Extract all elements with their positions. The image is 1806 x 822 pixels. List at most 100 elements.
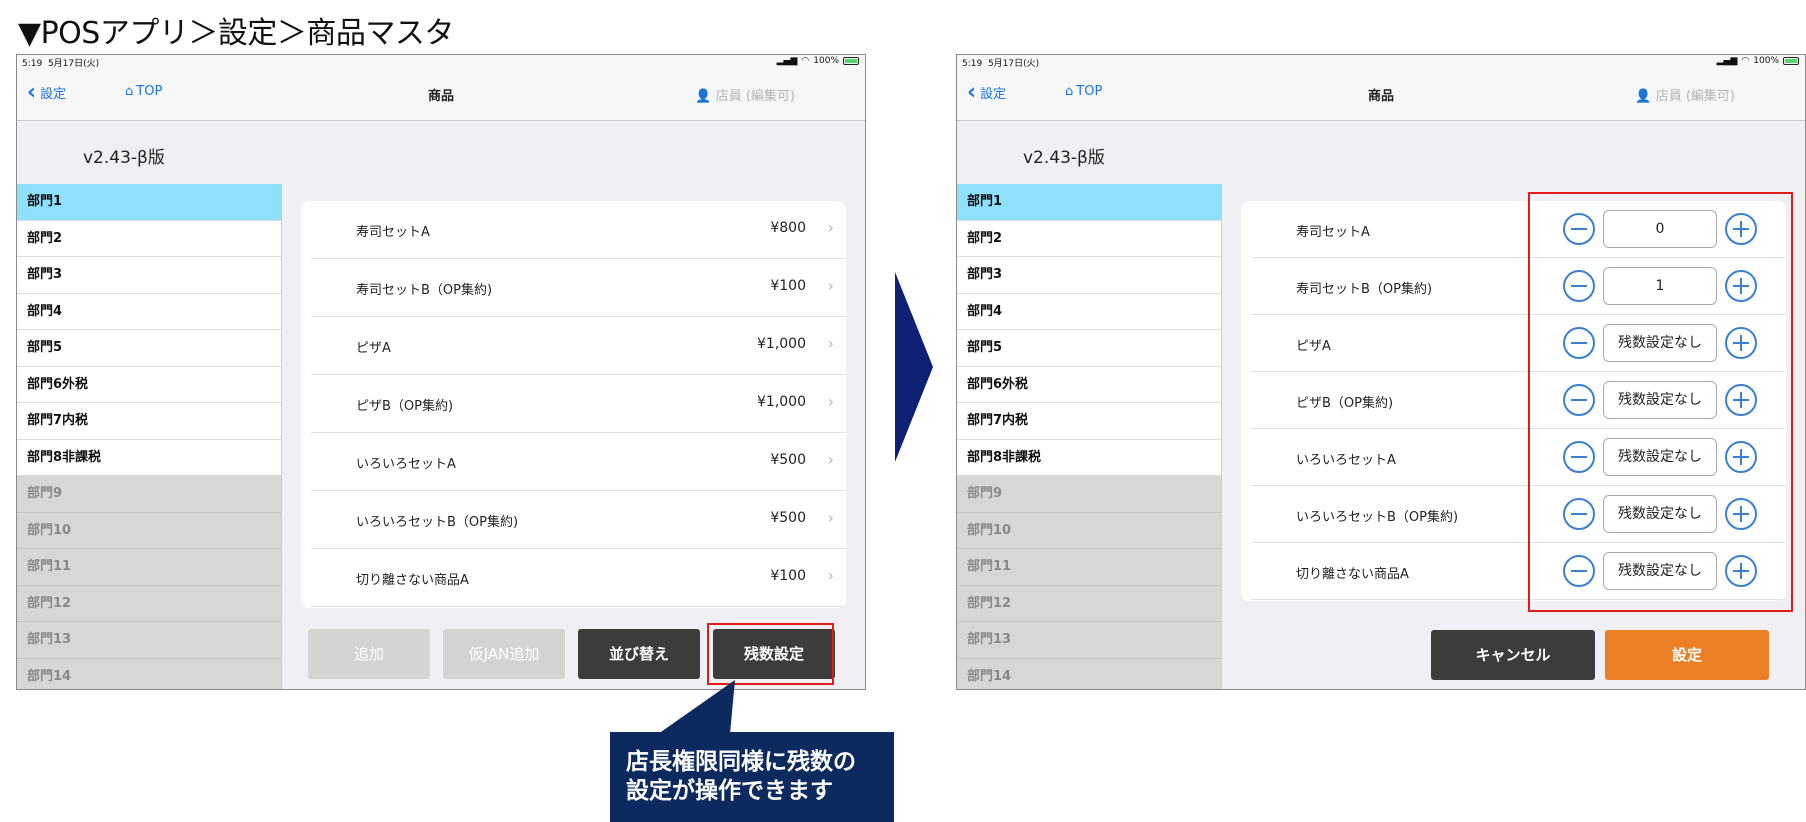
sidebar-item-dept-12[interactable]: 部門12 bbox=[17, 585, 281, 622]
status-time: 5:19 bbox=[962, 59, 983, 69]
sidebar-item-dept-4[interactable]: 部門4 bbox=[17, 294, 281, 330]
product-row[interactable]: 寿司セットB（OP集約) ¥100 › bbox=[311, 259, 846, 317]
product-price: ¥1,000 bbox=[757, 394, 806, 410]
battery-text: 100% bbox=[813, 56, 839, 66]
sidebar-item-dept-8[interactable]: 部門8非課税 bbox=[957, 440, 1221, 476]
sidebar-item-dept-4[interactable]: 部門4 bbox=[957, 294, 1221, 330]
chevron-right-icon: › bbox=[827, 450, 834, 469]
callout-line-1: 店長権限同様に残数の bbox=[626, 749, 856, 775]
chevron-right-icon: › bbox=[827, 508, 834, 527]
product-price: ¥500 bbox=[770, 452, 806, 468]
sidebar-item-dept-7[interactable]: 部門7内税 bbox=[957, 403, 1221, 440]
chevron-right-icon: › bbox=[827, 276, 834, 295]
product-row[interactable]: ピザA ¥1,000 › bbox=[311, 317, 846, 375]
version-label: v2.43-β版 bbox=[1023, 148, 1105, 168]
wifi-icon: ◠ bbox=[801, 56, 810, 66]
sidebar-item-dept-2[interactable]: 部門2 bbox=[957, 221, 1221, 257]
left-screen: 5:19 5月17日(火) ▂▄▆ ◠ 100% ‹ 設定 ⌂ TOP 商品 👤 店員 … bbox=[16, 54, 866, 690]
battery-text: 100% bbox=[1753, 56, 1779, 66]
chevron-right-icon: › bbox=[827, 392, 834, 411]
department-list: 部門1 部門2 部門3 部門4 部門5 部門6外税 部門7内税 部門8非課税 部門9 部門10 部門… bbox=[957, 184, 1222, 689]
stock-edit-content: 寿司セットA 0 寿司セットB（OP集約) 1 ピザA 残数設定なし ピザB（OP集約) 残数… bbox=[1222, 184, 1805, 689]
sidebar-item-dept-13[interactable]: 部門13 bbox=[17, 622, 281, 659]
arrow-right-icon bbox=[895, 272, 933, 462]
staff-text: 店員 (編集可) bbox=[715, 89, 795, 104]
sidebar-item-dept-3[interactable]: 部門3 bbox=[957, 257, 1221, 294]
version-label: v2.43-β版 bbox=[83, 148, 165, 168]
cancel-button[interactable]: キャンセル bbox=[1431, 630, 1595, 680]
chevron-right-icon: › bbox=[827, 566, 834, 585]
sidebar-item-dept-10[interactable]: 部門10 bbox=[957, 512, 1221, 549]
page-title: ▼POSアプリ＞設定＞商品マスタ bbox=[18, 16, 454, 51]
product-price: ¥100 bbox=[770, 568, 806, 584]
sidebar-item-dept-10[interactable]: 部門10 bbox=[17, 512, 281, 549]
stock-settings-highlight bbox=[707, 623, 834, 685]
signal-icon: ▂▄▆ bbox=[1716, 56, 1738, 66]
staff-text: 店員 (編集可) bbox=[1655, 89, 1735, 104]
staff-label: 👤 店員 (編集可) bbox=[695, 85, 795, 104]
chevron-right-icon: › bbox=[827, 334, 834, 353]
product-row[interactable]: いろいろセットB（OP集約) ¥500 › bbox=[311, 491, 846, 549]
status-bar: 5:19 5月17日(火) ▂▄▆ ◠ 100% bbox=[17, 55, 865, 69]
user-icon: 👤 bbox=[1635, 89, 1652, 104]
status-date: 5月17日(火) bbox=[47, 59, 100, 69]
sidebar-item-dept-11[interactable]: 部門11 bbox=[17, 549, 281, 586]
product-price: ¥800 bbox=[770, 220, 806, 236]
sidebar-item-dept-6[interactable]: 部門6外税 bbox=[17, 367, 281, 403]
product-name: ピザA bbox=[1296, 339, 1331, 354]
product-name: 寿司セットA bbox=[356, 225, 430, 240]
sidebar-item-dept-9[interactable]: 部門9 bbox=[957, 476, 1221, 513]
product-name: ピザB（OP集約) bbox=[356, 399, 454, 414]
product-row[interactable]: ピザB（OP集約) ¥1,000 › bbox=[311, 375, 846, 433]
callout-box: 店長権限同様に残数の 設定が操作できます bbox=[610, 732, 894, 822]
sidebar-item-dept-5[interactable]: 部門5 bbox=[17, 330, 281, 367]
sidebar-item-dept-1[interactable]: 部門1 bbox=[957, 184, 1221, 221]
right-screen: 5:19 5月17日(火) ▂▄▆ ◠ 100% ‹ 設定 ⌂ TOP 商品 👤 店員 … bbox=[956, 54, 1806, 690]
add-button[interactable]: 追加 bbox=[308, 629, 430, 679]
sidebar-item-dept-13[interactable]: 部門13 bbox=[957, 622, 1221, 659]
status-date: 5月17日(火) bbox=[987, 59, 1040, 69]
product-price: ¥1,000 bbox=[757, 336, 806, 352]
sidebar-item-dept-12[interactable]: 部門12 bbox=[957, 585, 1221, 622]
jan-add-button[interactable]: 仮JAN追加 bbox=[443, 629, 565, 679]
battery-icon bbox=[1783, 57, 1799, 65]
product-row[interactable]: いろいろセットA ¥500 › bbox=[311, 433, 846, 491]
wifi-icon: ◠ bbox=[1741, 56, 1750, 66]
product-name: 寿司セットB（OP集約) bbox=[1296, 282, 1433, 297]
sidebar-item-dept-11[interactable]: 部門11 bbox=[957, 549, 1221, 586]
product-name: 寿司セットA bbox=[1296, 225, 1370, 240]
sidebar-item-dept-1[interactable]: 部門1 bbox=[17, 184, 281, 221]
sidebar-item-dept-6[interactable]: 部門6外税 bbox=[957, 367, 1221, 403]
product-name: 切り離さない商品A bbox=[356, 573, 469, 588]
sidebar-item-dept-3[interactable]: 部門3 bbox=[17, 257, 281, 294]
product-name: 切り離さない商品A bbox=[1296, 567, 1409, 582]
product-name: いろいろセットB（OP集約) bbox=[356, 515, 519, 530]
sidebar-item-dept-7[interactable]: 部門7内税 bbox=[17, 403, 281, 440]
product-name: いろいろセットA bbox=[1296, 453, 1396, 468]
signal-icon: ▂▄▆ bbox=[776, 56, 798, 66]
sidebar-item-dept-9[interactable]: 部門9 bbox=[17, 476, 281, 513]
product-row[interactable]: 寿司セットA ¥800 › bbox=[311, 201, 846, 259]
sidebar-item-dept-14[interactable]: 部門14 bbox=[17, 658, 281, 689]
sort-button[interactable]: 並び替え bbox=[578, 629, 700, 679]
set-button[interactable]: 設定 bbox=[1605, 630, 1769, 680]
product-price: ¥100 bbox=[770, 278, 806, 294]
product-name: ピザB（OP集約) bbox=[1296, 396, 1394, 411]
product-name: ピザA bbox=[356, 341, 391, 356]
sidebar-item-dept-2[interactable]: 部門2 bbox=[17, 221, 281, 257]
product-list: 寿司セットA ¥800 › 寿司セットB（OP集約) ¥100 › ピザA ¥1,000 › ピザ… bbox=[301, 201, 846, 608]
product-row[interactable]: 切り離さない商品A ¥100 › bbox=[311, 549, 846, 607]
status-bar: 5:19 5月17日(火) ▂▄▆ ◠ 100% bbox=[957, 55, 1805, 69]
sidebar-item-dept-14[interactable]: 部門14 bbox=[957, 658, 1221, 689]
nav-bar: ‹ 設定 ⌂ TOP 商品 👤 店員 (編集可) bbox=[17, 69, 865, 121]
product-content: 寿司セットA ¥800 › 寿司セットB（OP集約) ¥100 › ピザA ¥1,000 › ピザ… bbox=[282, 184, 865, 689]
callout-line-2: 設定が操作できます bbox=[626, 778, 833, 804]
staff-label: 👤 店員 (編集可) bbox=[1635, 85, 1735, 104]
sidebar-item-dept-5[interactable]: 部門5 bbox=[957, 330, 1221, 367]
status-time: 5:19 bbox=[22, 59, 43, 69]
user-icon: 👤 bbox=[695, 89, 712, 104]
chevron-right-icon: › bbox=[827, 218, 834, 237]
product-price: ¥500 bbox=[770, 510, 806, 526]
product-name: いろいろセットB（OP集約) bbox=[1296, 510, 1459, 525]
sidebar-item-dept-8[interactable]: 部門8非課税 bbox=[17, 440, 281, 476]
